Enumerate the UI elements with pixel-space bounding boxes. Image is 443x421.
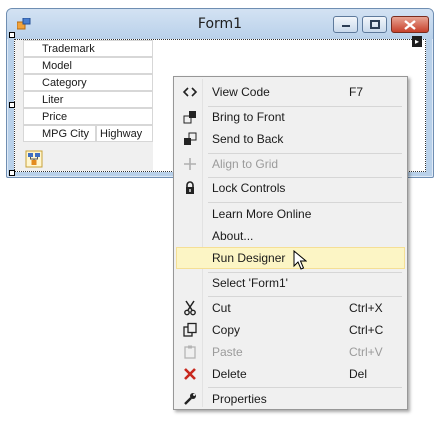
menu-item-delete[interactable]: Delete Del [176,363,405,385]
data-layout-panel: Trademark Model Category Liter Price MPG… [15,40,153,171]
menu-item-send-to-back[interactable]: Send to Back [176,128,405,150]
close-icon [404,19,416,30]
menu-item-run-designer[interactable]: Run Designer [176,247,405,269]
menu-item-paste[interactable]: Paste Ctrl+V [176,341,405,363]
smart-tag-glyph[interactable]: ▸ [412,36,422,47]
copy-icon [183,322,197,337]
menu-item-label: Align to Grid [212,157,279,171]
desktop: Form1 Trademark Model Category Liter Pri… [0,0,443,421]
menu-item-shortcut: Ctrl+C [349,323,384,337]
scissors-icon [184,300,196,316]
close-button[interactable] [391,16,429,33]
minimize-icon [341,24,350,27]
minimize-button[interactable] [333,16,358,33]
menu-item-label: Paste [212,345,243,359]
menu-item-label: Cut [212,301,231,315]
align-to-grid-icon [184,158,196,170]
send-to-back-icon [184,132,197,145]
wrench-icon [184,393,196,405]
bring-to-front-icon [183,111,196,124]
menu-item-label: Run Designer [212,251,286,265]
menu-item-shortcut: Ctrl+V [349,345,383,359]
menu-item-label: Properties [212,392,267,406]
field-mpg-city[interactable]: MPG City [23,125,96,142]
menu-item-label: Select 'Form1' [212,276,288,290]
menu-item-shortcut: Del [349,367,368,381]
menu-item-label: Send to Back [212,132,284,146]
paste-icon [184,345,196,359]
field-trademark[interactable]: Trademark [23,40,153,57]
view-code-icon [182,87,198,97]
field-price[interactable]: Price [23,108,153,125]
menu-item-learn-more-online[interactable]: Learn More Online [176,203,405,225]
maximize-icon [369,20,380,29]
selection-grip[interactable] [9,102,15,108]
menu-item-label: Learn More Online [212,207,312,221]
field-liter[interactable]: Liter [23,91,153,108]
menu-item-copy[interactable]: Copy Ctrl+C [176,319,405,341]
menu-item-align-to-grid[interactable]: Align to Grid [176,153,405,175]
lock-icon [186,181,194,194]
delete-icon [184,368,196,380]
selection-grip[interactable] [9,32,15,38]
menu-item-shortcut: Ctrl+X [349,301,383,315]
menu-item-cut[interactable]: Cut Ctrl+X [176,297,405,319]
selection-grip[interactable] [9,170,15,176]
menu-item-about[interactable]: About... [176,225,405,247]
context-menu: View Code F7 Bring to Front Send to Back… [173,76,408,410]
menu-item-bring-to-front[interactable]: Bring to Front [176,106,405,128]
field-category[interactable]: Category [23,74,153,91]
title-bar[interactable]: Form1 [7,9,433,39]
menu-item-label: View Code [212,85,270,99]
menu-item-lock-controls[interactable]: Lock Controls [176,177,405,199]
maximize-button[interactable] [362,16,387,33]
field-highway[interactable]: Highway [96,125,153,142]
component-tray-icon[interactable] [25,150,43,168]
menu-item-view-code[interactable]: View Code F7 [176,81,405,103]
menu-item-label: Delete [212,367,247,381]
menu-item-select-form1[interactable]: Select 'Form1' [176,272,405,294]
menu-item-label: About... [212,229,254,243]
menu-item-shortcut: F7 [349,85,364,99]
mouse-cursor-icon [293,250,307,270]
menu-item-properties[interactable]: Properties [176,388,405,410]
field-model[interactable]: Model [23,57,153,74]
menu-item-label: Lock Controls [212,181,286,195]
menu-item-label: Bring to Front [212,110,285,124]
menu-item-label: Copy [212,323,241,337]
